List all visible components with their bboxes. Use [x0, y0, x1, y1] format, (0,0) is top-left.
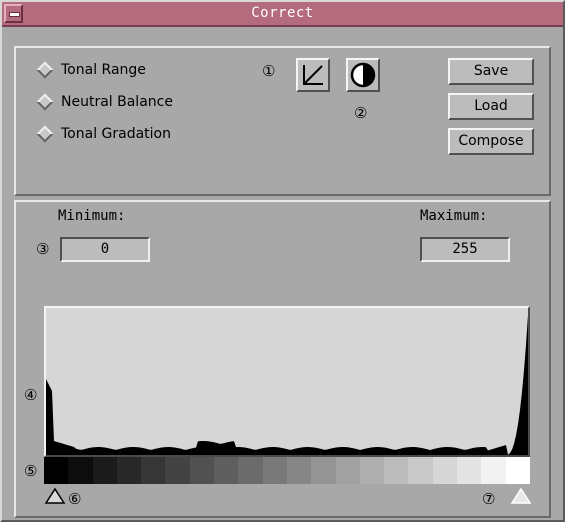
gradient-step	[262, 457, 287, 484]
gradient-step	[481, 457, 506, 484]
gradient-step	[359, 457, 385, 484]
gradient-step	[335, 457, 360, 484]
minimum-field[interactable]: 0	[60, 237, 150, 262]
mode-tonal-gradation[interactable]: Tonal Gradation	[36, 124, 171, 144]
gradient-step	[92, 457, 117, 484]
compose-button[interactable]: Compose	[448, 128, 534, 155]
gradient-step	[238, 457, 263, 484]
white-point-slider-icon[interactable]	[510, 487, 532, 505]
mode-label: Neutral Balance	[61, 94, 173, 110]
gradient-step	[141, 457, 166, 484]
contrast-button[interactable]	[346, 58, 380, 92]
gradient-step	[408, 457, 433, 484]
gradient-step	[432, 457, 458, 484]
callout-4: ④	[24, 386, 38, 404]
window-menu-button[interactable]	[4, 4, 23, 23]
black-point-slider-icon[interactable]	[44, 487, 66, 505]
callout-1: ①	[262, 62, 276, 80]
radio-diamond-icon[interactable]	[36, 61, 54, 79]
gradient-step	[505, 457, 530, 484]
window-title: Correct	[251, 5, 314, 21]
gradient-step	[214, 457, 239, 484]
gradient-step	[311, 457, 336, 484]
mode-tonal-range[interactable]: Tonal Range	[36, 60, 146, 80]
save-button[interactable]: Save	[448, 58, 534, 85]
histogram-plot	[46, 315, 528, 455]
load-button[interactable]: Load	[448, 93, 534, 120]
curve-button[interactable]	[296, 58, 330, 92]
maximum-field[interactable]: 255	[420, 237, 510, 262]
gradient-step	[384, 457, 409, 484]
titlebar[interactable]: Correct	[2, 2, 563, 27]
correct-window: Correct Tonal Range Neutral Balance Tona…	[0, 0, 565, 522]
mode-neutral-balance[interactable]: Neutral Balance	[36, 92, 173, 112]
mode-label: Tonal Range	[61, 62, 146, 78]
gradient-step	[165, 457, 190, 484]
radio-diamond-icon[interactable]	[36, 125, 54, 143]
histogram-curve	[46, 315, 528, 455]
callout-7: ⑦	[482, 490, 496, 508]
histogram[interactable]	[44, 306, 530, 457]
gradient-step	[457, 457, 482, 484]
callout-3: ③	[36, 240, 50, 258]
gradient-step	[44, 457, 69, 484]
gradient-step	[68, 457, 93, 484]
mode-label: Tonal Gradation	[61, 126, 171, 142]
maximum-label: Maximum:	[420, 208, 488, 224]
minimum-label: Minimum:	[58, 208, 126, 224]
radio-diamond-icon[interactable]	[36, 93, 54, 111]
callout-6: ⑥	[68, 490, 82, 508]
curve-icon	[303, 65, 323, 85]
gradient-step	[116, 457, 142, 484]
callout-5: ⑤	[24, 462, 38, 480]
gradient-step	[286, 457, 312, 484]
mode-panel: Tonal Range Neutral Balance Tonal Gradat…	[14, 46, 551, 196]
half-circle-contrast-icon	[350, 62, 376, 88]
tone-gradient-bar	[44, 457, 530, 484]
gradient-step	[189, 457, 215, 484]
callout-2: ②	[354, 104, 368, 122]
